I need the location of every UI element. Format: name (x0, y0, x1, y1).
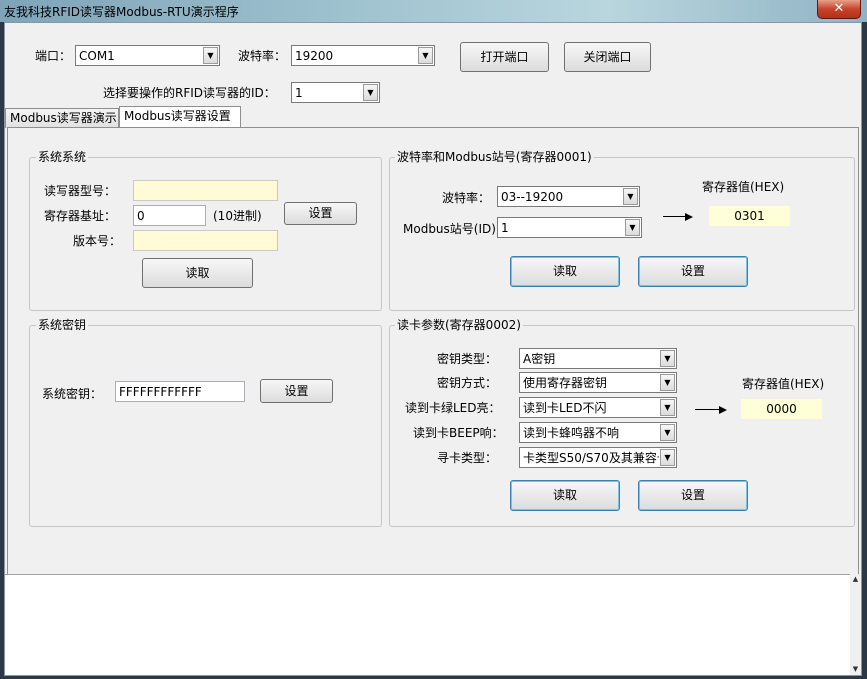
led-combo[interactable]: 读到卡LED不闪 ▼ (519, 397, 677, 418)
open-port-button[interactable]: 打开端口 (460, 42, 549, 72)
card-set-button[interactable]: 设置 (638, 480, 748, 511)
dropdown-arrow-icon[interactable]: ▼ (363, 84, 378, 101)
card-read-button[interactable]: 读取 (510, 480, 620, 511)
system-key-group-title: 系统密钥 (36, 318, 89, 332)
right-arrow-icon (695, 409, 719, 410)
reader-id-label: 选择要操作的RFID读写器的ID： (103, 86, 276, 100)
find-card-label: 寻卡类型： (437, 451, 498, 465)
card-params-group-title: 读卡参数(寄存器0002) (395, 318, 523, 332)
baud-read-button[interactable]: 读取 (510, 256, 620, 287)
port-combo-value: COM1 (79, 49, 115, 63)
right-arrow-icon (663, 216, 685, 217)
station-id-label: Modbus站号(ID)： (403, 222, 508, 236)
close-port-button[interactable]: 关闭端口 (564, 42, 651, 72)
arrowhead-icon (719, 406, 727, 414)
model-label: 读写器型号： (44, 184, 117, 198)
baud-combo[interactable]: 19200 ▼ (291, 45, 435, 66)
system-key-set-button[interactable]: 设置 (260, 379, 333, 403)
window-title: 友我科技RFID读写器Modbus-RTU演示程序 (4, 5, 239, 19)
card-reg-value: 0000 (741, 399, 822, 419)
baud-station-group-title: 波特率和Modbus站号(寄存器0001) (395, 150, 594, 164)
title-bar: 友我科技RFID读写器Modbus-RTU演示程序 (0, 0, 867, 22)
client-area: 端口： COM1 ▼ 波特率： 19200 ▼ 打开端口 关闭端口 选择要操作的… (4, 22, 862, 676)
dropdown-arrow-icon[interactable]: ▼ (660, 399, 675, 416)
window-close-button[interactable]: ✕ (817, 0, 861, 19)
port-combo[interactable]: COM1 ▼ (75, 45, 220, 66)
baud-reg-label: 寄存器值(HEX) (702, 180, 785, 194)
baud-label: 波特率： (238, 49, 287, 63)
key-mode-label: 密钥方式： (437, 376, 498, 390)
station-id-value: 1 (501, 221, 509, 235)
model-field[interactable] (133, 180, 278, 201)
find-card-value: 卡类型S50/S70及其兼容卡 (523, 451, 659, 465)
beep-label: 读到卡BEEP响： (413, 426, 504, 440)
base-address-label: 寄存器基址： (44, 209, 117, 223)
key-type-value: A密钥 (523, 352, 556, 366)
dropdown-arrow-icon[interactable]: ▼ (625, 219, 640, 236)
base-set-button[interactable]: 设置 (284, 202, 357, 225)
system-key-field[interactable]: FFFFFFFFFFFF (115, 381, 245, 402)
key-mode-combo[interactable]: 使用寄存器密钥 ▼ (519, 372, 677, 393)
beep-combo[interactable]: 读到卡蜂鸣器不响 ▼ (519, 422, 677, 443)
dropdown-arrow-icon[interactable]: ▼ (418, 47, 433, 64)
beep-value: 读到卡蜂鸣器不响 (523, 426, 620, 440)
dropdown-arrow-icon[interactable]: ▼ (203, 47, 218, 64)
scroll-down-icon[interactable]: ▼ (850, 664, 861, 674)
station-baud-combo[interactable]: 03--19200 ▼ (497, 186, 640, 207)
station-baud-label: 波特率： (442, 191, 491, 205)
baud-reg-value: 0301 (709, 206, 790, 226)
dropdown-arrow-icon[interactable]: ▼ (660, 449, 675, 466)
station-id-combo[interactable]: 1 ▼ (497, 217, 642, 238)
dropdown-arrow-icon[interactable]: ▼ (660, 374, 675, 391)
reader-id-combo[interactable]: 1 ▼ (291, 82, 380, 103)
version-label: 版本号： (73, 234, 122, 248)
port-label: 端口： (35, 49, 72, 63)
tab-demo[interactable]: Modbus读写器演示 (5, 108, 119, 128)
key-mode-value: 使用寄存器密钥 (523, 376, 608, 390)
base-unit-label: (10进制) (213, 209, 262, 223)
baud-set-button[interactable]: 设置 (638, 256, 748, 287)
key-type-label: 密钥类型： (437, 352, 498, 366)
dropdown-arrow-icon[interactable]: ▼ (623, 188, 638, 205)
dropdown-arrow-icon[interactable]: ▼ (660, 350, 675, 367)
led-label: 读到卡绿LED亮： (405, 401, 501, 415)
version-field[interactable] (133, 230, 278, 251)
system-key-label: 系统密钥： (42, 387, 103, 401)
log-textarea[interactable] (5, 574, 861, 675)
dropdown-arrow-icon[interactable]: ▼ (660, 424, 675, 441)
system-key-group (29, 325, 382, 527)
card-reg-label: 寄存器值(HEX) (742, 377, 825, 391)
base-address-value: 0 (137, 209, 145, 223)
system-read-button[interactable]: 读取 (142, 258, 253, 288)
system-group-title: 系统系统 (36, 150, 89, 164)
key-type-combo[interactable]: A密钥 ▼ (519, 348, 677, 369)
baud-combo-value: 19200 (295, 49, 334, 63)
tab-panel-settings: 系统系统 读写器型号： 寄存器基址： 0 (10进制) 设置 版本号： 读取 波… (7, 127, 859, 575)
find-card-combo[interactable]: 卡类型S50/S70及其兼容卡 ▼ (519, 447, 677, 468)
tab-settings[interactable]: Modbus读写器设置 (119, 106, 241, 128)
led-value: 读到卡LED不闪 (523, 401, 607, 415)
system-key-value: FFFFFFFFFFFF (119, 385, 202, 399)
base-address-field[interactable]: 0 (133, 205, 206, 226)
station-baud-value: 03--19200 (501, 190, 564, 204)
log-scrollbar[interactable]: ▲ ▼ (850, 574, 861, 675)
scroll-up-icon[interactable]: ▲ (850, 574, 861, 584)
reader-id-value: 1 (295, 86, 303, 100)
arrowhead-icon (685, 213, 693, 221)
